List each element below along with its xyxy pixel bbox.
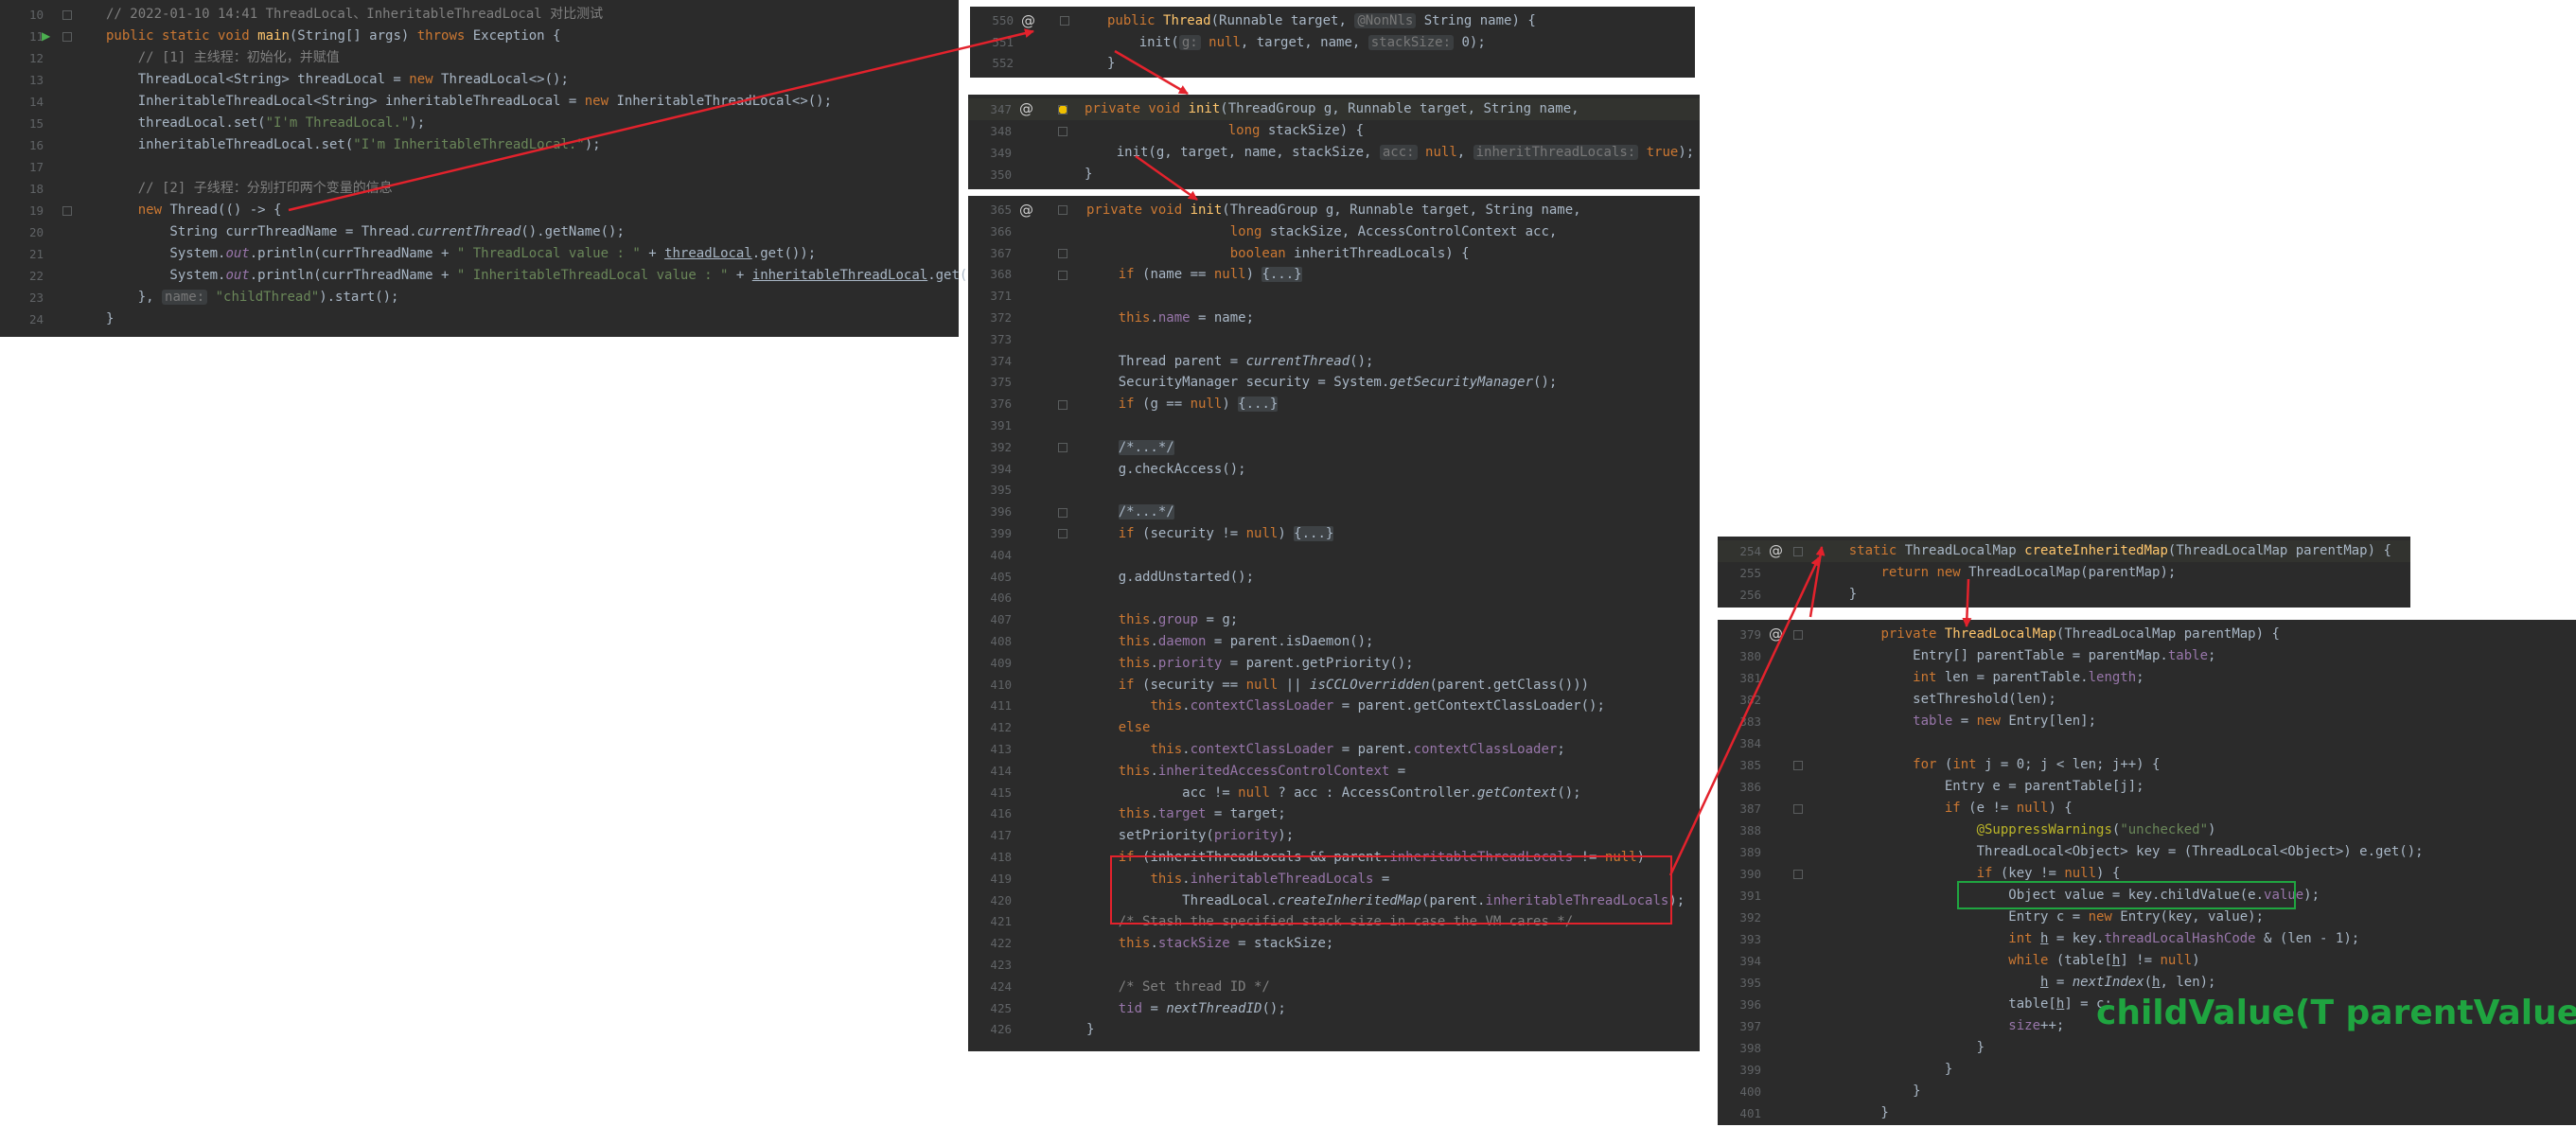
- arrow-createmap-call: [1668, 556, 1821, 876]
- arrow-main-to-thread: [288, 28, 1034, 212]
- arrow-createmap-to-ctor: [1962, 578, 1972, 627]
- arrow-thread-to-init: [1114, 49, 1189, 96]
- arrow-init-to-init-full: [1135, 154, 1198, 202]
- arrow-ctor-back: [1808, 546, 1826, 618]
- highlight-childvalue-line: [1957, 881, 2296, 909]
- highlight-inherit-block: [1110, 855, 1672, 925]
- childvalue-annotation: childValue(T parentValue): [2096, 994, 2576, 1032]
- annotation-arrows: [288, 28, 1972, 876]
